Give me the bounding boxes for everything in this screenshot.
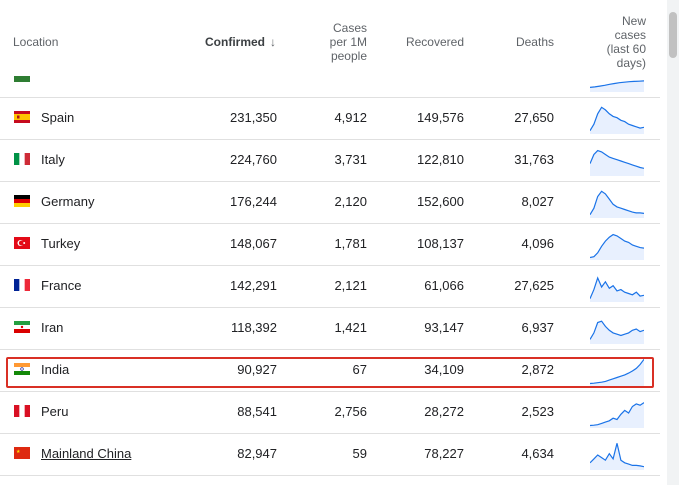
deaths-value: 31,763	[514, 152, 554, 167]
recovered-value: 122,810	[417, 152, 464, 167]
arrow-down-icon[interactable]: ↓	[270, 35, 276, 49]
deaths-value: 2,872	[521, 362, 554, 377]
cases-per-1m-value: 67	[352, 362, 367, 377]
sparkline-area	[590, 321, 644, 344]
peru-flag-icon	[14, 405, 30, 417]
confirmed-value: 176,244	[230, 194, 277, 209]
column-header-deaths[interactable]: Deaths	[470, 35, 554, 49]
cases-per-1m-value: 4,912	[334, 110, 367, 125]
column-header-confirmed-label: Confirmed	[205, 35, 265, 49]
sparkline-area	[590, 107, 644, 134]
china-flag-icon: ★	[14, 447, 30, 459]
table-row[interactable]: Turkey 148,067 1,781 108,137 4,096	[0, 223, 660, 266]
table-row[interactable]	[0, 76, 660, 98]
table-row[interactable]: Spain 231,350 4,912 149,576 27,650	[0, 97, 660, 140]
column-header-new-cases[interactable]: New cases (last 60 days)	[590, 14, 646, 70]
recovered-value: 149,576	[417, 110, 464, 125]
column-header-location[interactable]: Location	[13, 35, 58, 49]
table-row[interactable]: Germany 176,244 2,120 152,600 8,027	[0, 181, 660, 224]
turkey-flag-icon	[14, 237, 30, 249]
column-header-confirmed[interactable]: Confirmed ↓	[180, 35, 276, 49]
cases-per-1m-value: 3,731	[334, 152, 367, 167]
cases-per-1m-value: 1,421	[334, 320, 367, 335]
sparkline-area	[590, 359, 644, 386]
iran-flag-icon	[14, 321, 30, 333]
header-line: New	[621, 14, 646, 28]
header-line: per 1M	[329, 35, 367, 49]
location-name: Spain	[41, 110, 75, 125]
column-header-cases-per-1m[interactable]: Cases per 1M people	[300, 21, 367, 63]
new-cases-sparkline	[590, 443, 644, 470]
recovered-value: 152,600	[417, 194, 464, 209]
location-name: Germany	[41, 194, 95, 209]
deaths-value: 6,937	[521, 320, 554, 335]
india-flag-icon	[14, 363, 30, 375]
confirmed-value: 224,760	[230, 152, 277, 167]
column-header-recovered[interactable]: Recovered	[380, 35, 464, 49]
table-row[interactable]: Italy 224,760 3,731 122,810 31,763	[0, 139, 660, 182]
sparkline-area	[590, 234, 644, 260]
new-cases-sparkline	[590, 320, 644, 344]
cases-per-1m-value: 2,120	[334, 194, 367, 209]
deaths-value: 2,523	[521, 404, 554, 419]
new-cases-sparkline	[590, 190, 644, 218]
recovered-value: 93,147	[424, 320, 464, 335]
scrollbar-track[interactable]	[667, 0, 679, 485]
table-row[interactable]: India 90,927 67 34,109 2,872	[0, 349, 660, 392]
cases-per-1m-value: 1,781	[334, 236, 367, 251]
deaths-value: 8,027	[521, 194, 554, 209]
confirmed-value: 82,947	[237, 446, 277, 461]
new-cases-sparkline	[590, 233, 644, 260]
scrollbar-thumb[interactable]	[669, 12, 677, 58]
spain-flag-icon	[14, 111, 30, 123]
new-cases-sparkline	[590, 402, 644, 428]
header-line: cases	[614, 28, 646, 42]
location-name: France	[41, 278, 82, 293]
location-name: Italy	[41, 152, 65, 167]
location-name: Iran	[41, 320, 64, 335]
france-flag-icon	[14, 279, 30, 291]
new-cases-sparkline	[590, 358, 644, 386]
confirmed-value: 231,350	[230, 110, 277, 125]
cases-per-1m-value: 2,121	[334, 278, 367, 293]
recovered-value: 108,137	[417, 236, 464, 251]
table-row[interactable]: France 142,291 2,121 61,066 27,625	[0, 265, 660, 308]
deaths-value: 27,625	[514, 278, 554, 293]
new-cases-sparkline	[590, 80, 644, 92]
location-name: Peru	[41, 404, 69, 419]
header-line: (last 60	[606, 42, 646, 56]
location-name: Turkey	[41, 236, 81, 251]
svg-text:★: ★	[16, 449, 21, 455]
confirmed-value: 118,392	[230, 320, 277, 335]
confirmed-value: 88,541	[237, 404, 277, 419]
confirmed-value: 90,927	[237, 362, 277, 377]
header-line: Cases	[332, 21, 367, 35]
new-cases-sparkline	[590, 276, 644, 302]
new-cases-sparkline	[590, 106, 644, 134]
partial-flag-icon	[14, 76, 30, 82]
header-line: days)	[616, 56, 646, 70]
recovered-value: 78,227	[424, 446, 464, 461]
germany-flag-icon	[14, 195, 30, 207]
table-row[interactable]: Iran 118,392 1,421 93,147 6,937	[0, 307, 660, 350]
location-name[interactable]: Mainland China	[41, 446, 131, 462]
recovered-value: 28,272	[424, 404, 464, 419]
cases-per-1m-value: 59	[352, 446, 367, 461]
recovered-value: 61,066	[424, 278, 464, 293]
new-cases-sparkline	[590, 149, 644, 176]
deaths-value: 4,634	[521, 446, 554, 461]
italy-flag-icon	[14, 153, 30, 165]
sparkline-area	[590, 150, 644, 176]
confirmed-value: 148,067	[230, 236, 277, 251]
table-row[interactable]: Peru 88,541 2,756 28,272 2,523	[0, 391, 660, 434]
deaths-value: 4,096	[521, 236, 554, 251]
recovered-value: 34,109	[424, 362, 464, 377]
header-line: people	[330, 49, 367, 63]
table-header: Location Confirmed ↓ Cases per 1M people …	[0, 0, 660, 76]
deaths-value: 27,650	[514, 110, 554, 125]
location-name: India	[41, 362, 70, 377]
confirmed-value: 142,291	[230, 278, 277, 293]
table-row[interactable]: ★ Mainland China 82,947 59 78,227 4,634	[0, 433, 660, 476]
cases-per-1m-value: 2,756	[334, 404, 367, 419]
